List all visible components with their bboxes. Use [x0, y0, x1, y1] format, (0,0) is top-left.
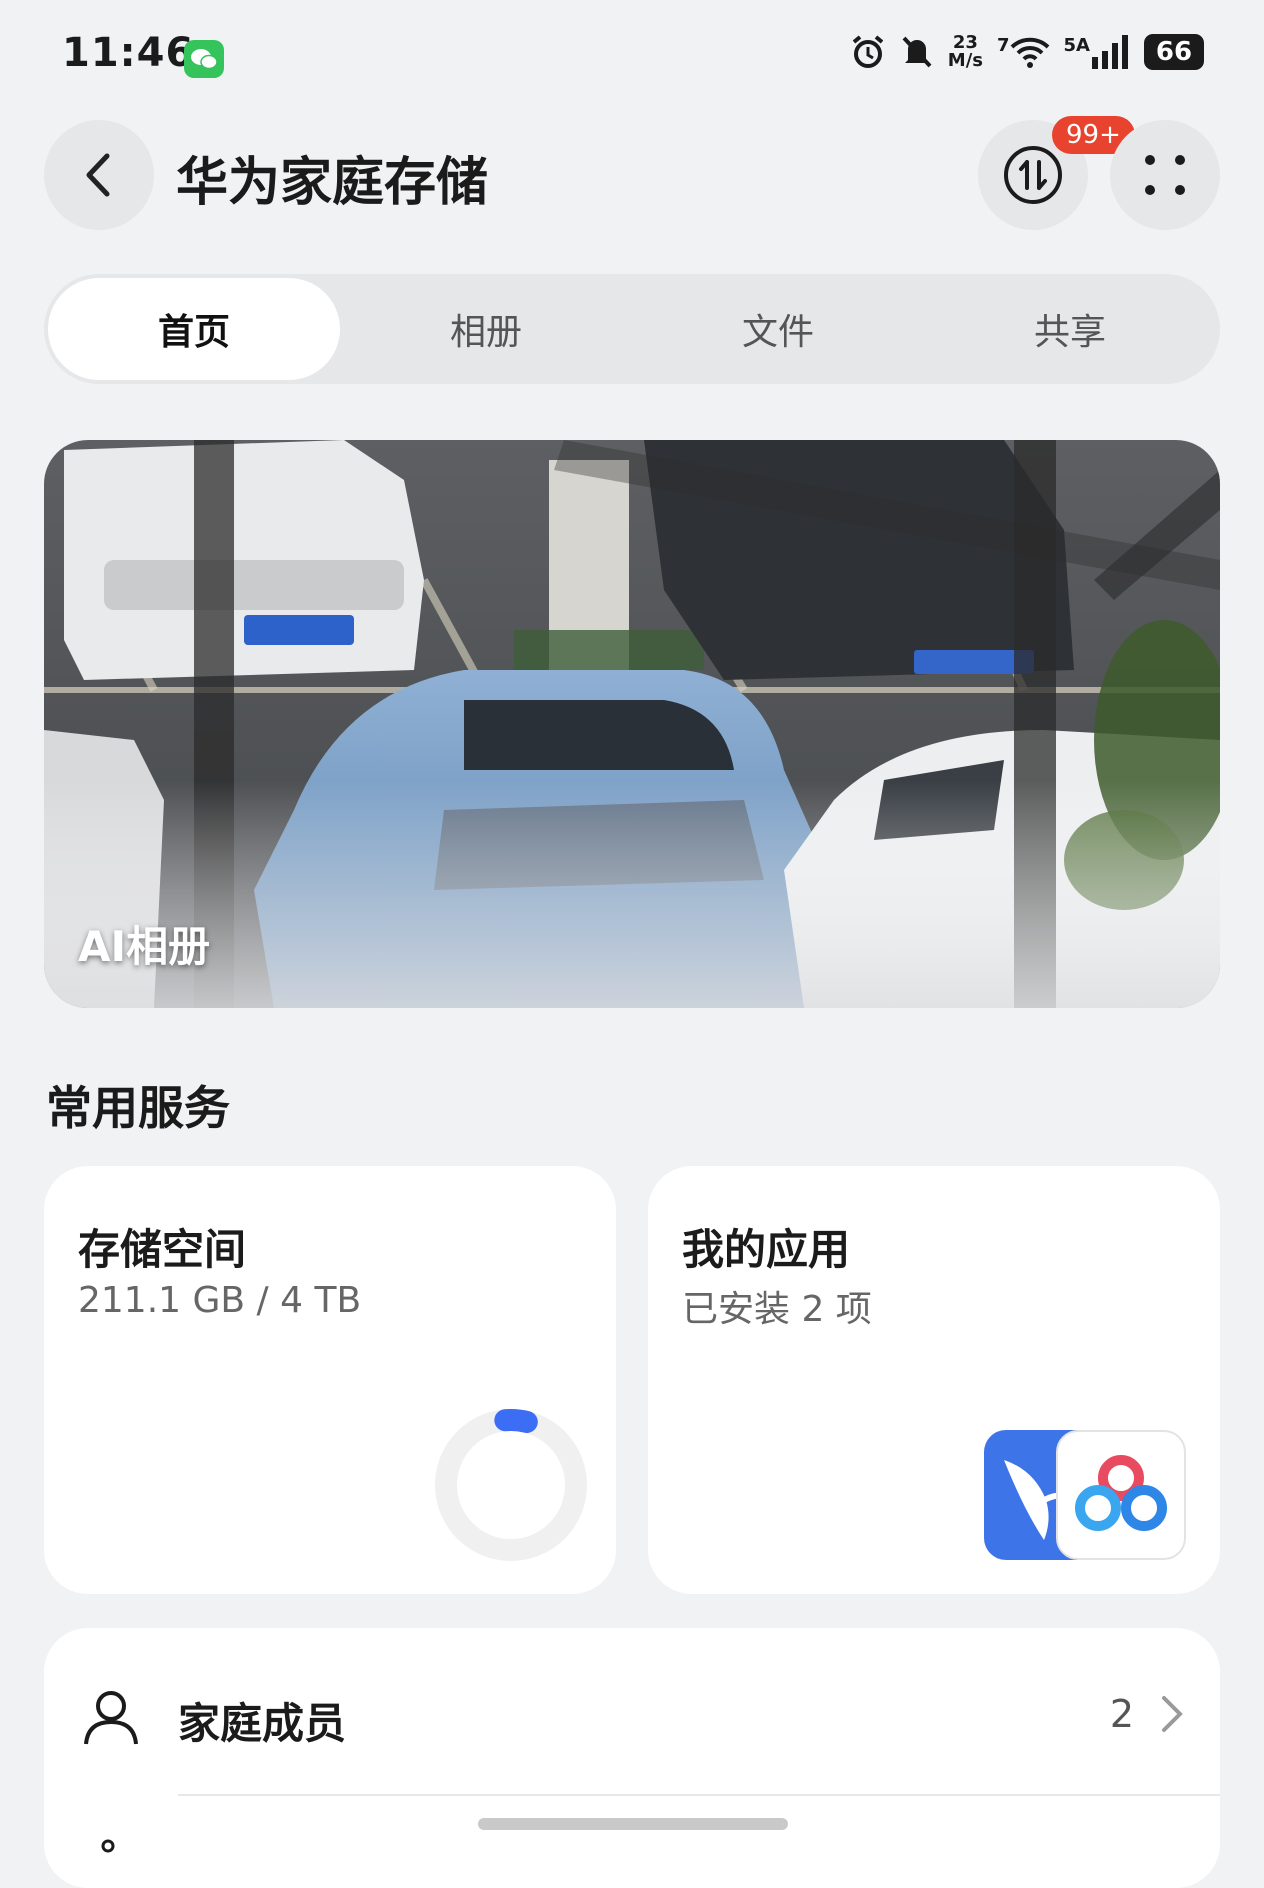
- apps-installed-count: 已安装 2 项: [682, 1289, 872, 1330]
- signal-icon: [1092, 35, 1128, 69]
- wechat-notification-icon: [184, 40, 224, 78]
- mute-icon: [902, 36, 932, 68]
- storage-usage: 211.1 GB / 4 TB: [78, 1280, 362, 1321]
- cellular-indicator: 5A: [1064, 35, 1130, 69]
- baidu-netdisk-icon[interactable]: [1056, 1430, 1186, 1560]
- status-time: 11:46: [62, 30, 195, 76]
- storage-usage-ring: [435, 1409, 587, 1561]
- my-apps-card[interactable]: 我的应用 已安装 2 项: [648, 1166, 1220, 1594]
- chevron-left-icon: [86, 153, 110, 197]
- next-row-icon: [101, 1839, 115, 1853]
- wifi-icon: [1010, 37, 1049, 68]
- family-members-card[interactable]: 家庭成员 2: [44, 1628, 1220, 1888]
- storage-title: 存储空间: [78, 1225, 247, 1274]
- more-options-button[interactable]: [1110, 120, 1220, 230]
- divider: [178, 1794, 1220, 1796]
- family-members-count: 2: [1109, 1692, 1134, 1736]
- ai-album-label: AI相册: [78, 922, 211, 971]
- back-button[interactable]: [44, 120, 154, 230]
- ai-album-photo: [44, 440, 1220, 1008]
- tab-album[interactable]: 相册: [340, 278, 632, 380]
- tab-files[interactable]: 文件: [632, 278, 924, 380]
- battery-icon: 66: [1144, 34, 1204, 70]
- family-members-label: 家庭成员: [178, 1699, 347, 1748]
- network-speed: 23 M/s: [947, 32, 983, 71]
- wifi-indicator: 7: [997, 35, 1050, 69]
- section-title: 常用服务: [46, 1081, 230, 1135]
- person-icon: [84, 1691, 138, 1745]
- page-title: 华为家庭存储: [176, 153, 489, 213]
- tab-bar: 首页 相册 文件 共享: [44, 274, 1220, 384]
- transfer-icon: [1004, 146, 1062, 204]
- tab-home[interactable]: 首页: [48, 278, 340, 380]
- chevron-right-icon: [1162, 1696, 1183, 1732]
- more-icon: [1145, 155, 1185, 195]
- tab-share[interactable]: 共享: [924, 278, 1216, 380]
- ai-album-card[interactable]: AI相册: [44, 440, 1220, 1008]
- storage-space-card[interactable]: 存储空间 211.1 GB / 4 TB: [44, 1166, 616, 1594]
- apps-title: 我的应用: [682, 1225, 851, 1274]
- status-icons: 23 M/s 7 5A 66: [850, 34, 1204, 70]
- alarm-icon: [852, 35, 884, 68]
- home-indicator[interactable]: [478, 1818, 788, 1830]
